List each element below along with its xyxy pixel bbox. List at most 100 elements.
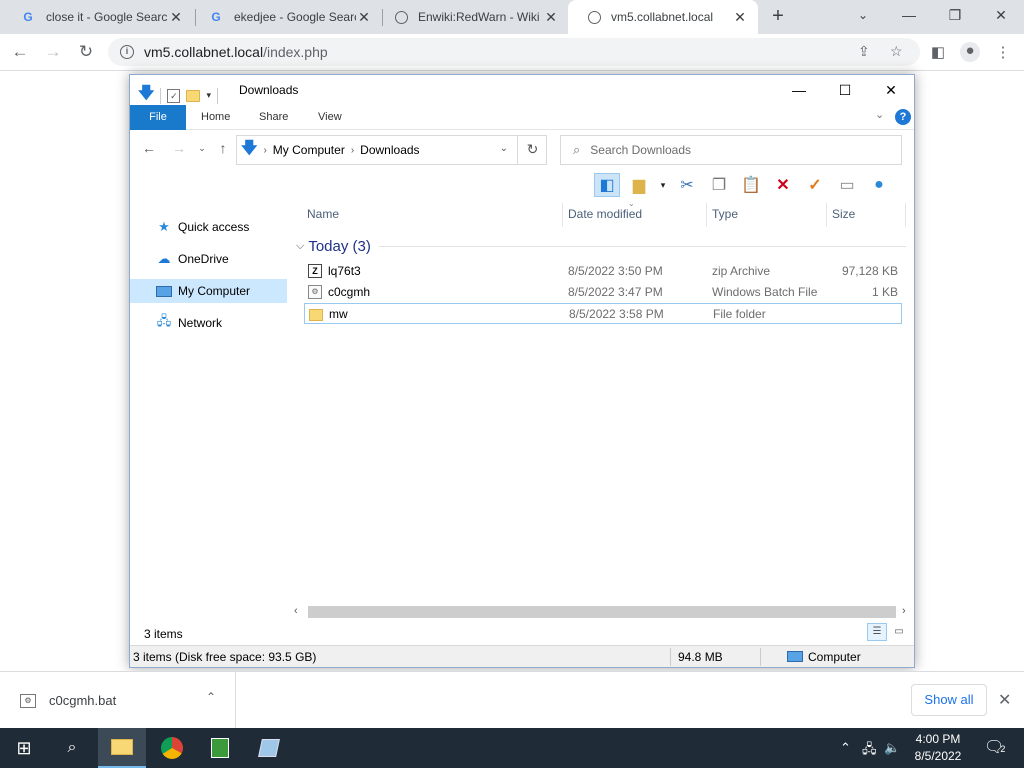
chevron-up-icon[interactable]: ⌃ <box>206 690 216 704</box>
start-button-icon[interactable]: ⊞ <box>0 728 48 768</box>
dropdown-icon[interactable]: ▾ <box>658 173 668 197</box>
tab-title: close it - Google Searc <box>46 10 168 24</box>
bookmark-star-icon[interactable]: ☆ <box>890 43 903 60</box>
file-row-lq76t3[interactable]: Z lq76t3 8/5/2022 3:50 PM zip Archive 97… <box>304 261 902 282</box>
explorer-maximize-button[interactable]: ☐ <box>822 75 868 105</box>
column-header-name[interactable]: Name <box>307 207 339 221</box>
sidebar-item-network[interactable]: 🖧 Network <box>130 311 287 335</box>
cut-icon[interactable]: ✂ <box>674 173 700 197</box>
ribbon-tab-share[interactable]: Share <box>246 105 301 130</box>
profile-avatar-icon[interactable]: ● <box>960 42 980 62</box>
browser-tab-1[interactable]: G close it - Google Searc ✕ <box>0 0 194 34</box>
close-tab-icon[interactable]: ✕ <box>732 9 748 26</box>
command-toolbar: ◧ ▆ ▾ ✂ ❐ 📋 ✕ ✓ ▭ ● <box>594 171 892 199</box>
file-type: zip Archive <box>712 264 771 278</box>
file-explorer-taskbar-icon[interactable] <box>98 728 146 768</box>
tab-search-icon[interactable]: ⌄ <box>840 0 886 34</box>
close-window-button[interactable]: ✕ <box>978 0 1024 34</box>
file-row-mw[interactable]: mw 8/5/2022 3:58 PM File folder <box>304 303 902 324</box>
ribbon-tab-home[interactable]: Home <box>188 105 243 130</box>
file-date: 8/5/2022 3:58 PM <box>569 307 664 321</box>
ribbon-tab-view[interactable]: View <box>305 105 355 130</box>
recent-locations-icon[interactable]: ⌄ <box>193 143 211 154</box>
globe-icon <box>588 10 601 24</box>
notepad-taskbar-icon[interactable] <box>196 728 244 768</box>
close-tab-icon[interactable]: ✕ <box>543 9 559 26</box>
explorer-nav-row: ← → ⌄ ↑ 🡇 › My Computer › Downloads ⌄ ↻ … <box>130 133 914 165</box>
file-date: 8/5/2022 3:50 PM <box>568 264 663 278</box>
refresh-icon[interactable]: ↻ <box>517 135 547 165</box>
sidebar-item-onedrive[interactable]: ☁ OneDrive <box>130 247 287 271</box>
rename-check-icon[interactable]: ✓ <box>802 173 828 197</box>
help-icon[interactable]: ? <box>895 109 911 125</box>
notification-count: 2 <box>1000 744 1006 754</box>
globe-icon[interactable]: ● <box>866 173 892 197</box>
expand-ribbon-icon[interactable]: ⌄ <box>875 108 884 121</box>
new-tab-button[interactable]: + <box>768 6 788 28</box>
properties-check-icon[interactable]: ✓ <box>167 88 181 103</box>
show-hidden-icons-icon[interactable]: ⌃ <box>840 740 851 756</box>
quick-access-dropdown-icon[interactable]: ▾ <box>206 90 211 101</box>
show-all-button[interactable]: Show all <box>911 684 987 716</box>
up-icon[interactable]: ↑ <box>214 140 232 156</box>
new-folder-icon[interactable] <box>186 89 201 102</box>
explorer-minimize-button[interactable]: — <box>776 75 822 105</box>
close-shelf-icon[interactable]: ✕ <box>998 690 1011 710</box>
restore-button[interactable]: ❐ <box>932 0 978 34</box>
new-folder-icon[interactable]: ▆ <box>626 173 652 197</box>
delete-icon[interactable]: ✕ <box>770 173 796 197</box>
group-header-today[interactable]: ⌵ Today (3) <box>296 235 906 257</box>
copy-icon[interactable]: ❐ <box>706 173 732 197</box>
ribbon-tab-file[interactable]: File <box>130 105 186 130</box>
preview-pane-icon[interactable]: ◧ <box>594 173 620 197</box>
back-icon[interactable]: ← <box>140 140 158 156</box>
search-icon[interactable]: ⌕ <box>48 728 96 768</box>
network-status-icon[interactable]: 🖧 <box>862 740 877 762</box>
status-disk-free: 3 items (Disk free space: 93.5 GB) <box>133 650 317 664</box>
chrome-taskbar-icon[interactable] <box>148 728 196 768</box>
explorer-address-bar[interactable]: 🡇 › My Computer › Downloads ⌄ <box>236 135 547 165</box>
notifications-icon[interactable]: 🗨2 <box>984 737 1005 757</box>
details-view-icon[interactable]: ☰ <box>867 623 887 641</box>
sidebar-item-quick-access[interactable]: ★ Quick access <box>130 215 287 239</box>
share-icon[interactable]: ⇪ <box>858 43 870 60</box>
address-dropdown-icon[interactable]: ⌄ <box>500 143 508 154</box>
site-info-icon[interactable]: i <box>120 45 134 59</box>
paste-icon[interactable]: 📋 <box>738 173 764 197</box>
column-header-type[interactable]: Type <box>712 207 738 221</box>
explorer-close-button[interactable]: ✕ <box>868 75 914 105</box>
column-header-date-modified[interactable]: Date modified <box>568 207 642 221</box>
breadcrumb-downloads[interactable]: Downloads <box>360 143 419 157</box>
sidebar-item-my-computer[interactable]: My Computer <box>130 279 287 303</box>
app-taskbar-icon[interactable] <box>245 728 293 768</box>
chrome-menu-icon[interactable]: ⋮ <box>993 43 1013 63</box>
reload-icon[interactable]: ↻ <box>74 40 98 64</box>
minimize-button[interactable]: — <box>886 0 932 34</box>
close-tab-icon[interactable]: ✕ <box>168 9 184 26</box>
forward-icon[interactable]: → <box>41 40 65 64</box>
browser-tab-4[interactable]: vm5.collabnet.local ✕ <box>568 0 758 34</box>
cloud-icon: ☁ <box>157 251 171 266</box>
chevron-right-icon: › <box>350 144 355 156</box>
google-icon: G <box>211 10 221 24</box>
properties-icon[interactable]: ▭ <box>834 173 860 197</box>
browser-tab-3[interactable]: Enwiki:RedWarn - Wiki ✕ <box>375 0 569 34</box>
column-header-size[interactable]: Size <box>832 207 855 221</box>
scroll-left-icon[interactable]: ‹ <box>294 605 298 617</box>
file-row-c0cgmh[interactable]: ⚙ c0cgmh 8/5/2022 3:47 PM Windows Batch … <box>304 282 902 303</box>
address-bar[interactable]: i vm5.collabnet.local/index.php ⇪ ☆ <box>108 38 920 66</box>
close-tab-icon[interactable]: ✕ <box>356 9 372 26</box>
taskbar-clock[interactable]: 4:00 PM 8/5/2022 <box>898 731 978 765</box>
breadcrumb-my-computer[interactable]: My Computer <box>273 143 345 157</box>
horizontal-scrollbar[interactable]: ‹ › <box>292 604 914 621</box>
globe-icon <box>395 10 408 24</box>
download-item[interactable]: ⚙ c0cgmh.bat ⌃ <box>0 672 236 729</box>
back-icon[interactable]: ← <box>8 40 32 64</box>
browser-tab-2[interactable]: G ekedjee - Google Searc ✕ <box>188 0 382 34</box>
scroll-right-icon[interactable]: › <box>902 605 906 617</box>
search-input[interactable]: ⌕ Search Downloads <box>560 135 902 165</box>
large-icons-view-icon[interactable]: ▭ <box>889 623 909 641</box>
scrollbar-thumb[interactable] <box>308 606 896 618</box>
forward-icon[interactable]: → <box>170 140 188 156</box>
side-panel-icon[interactable]: ◧ <box>928 43 948 63</box>
